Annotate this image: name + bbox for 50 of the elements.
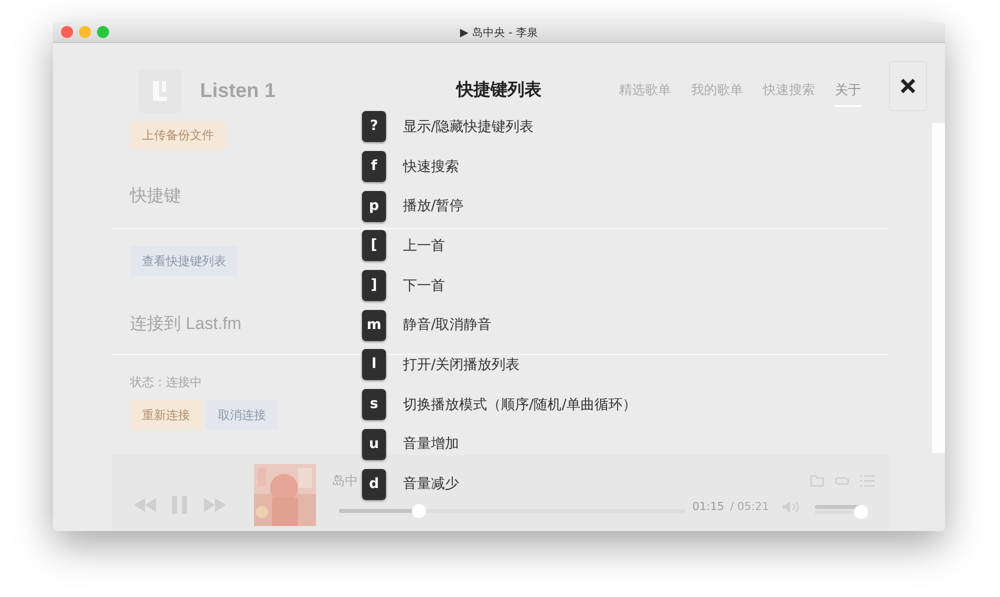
previous-icon[interactable] [134,498,156,512]
shortcut-description: 快速搜索 [403,158,459,176]
key-cap: d [362,468,386,500]
disconnect-button[interactable]: 取消连接 [206,400,278,430]
folder-icon[interactable] [810,474,824,486]
volume-icon[interactable] [783,500,801,512]
repeat-icon[interactable] [834,474,850,486]
key-cap: p [362,190,386,222]
nav-tab[interactable]: 关于 [835,75,861,107]
key-cap: ? [362,111,386,142]
shortcut-description: 下一首 [403,276,445,295]
key-cap: [ [362,230,386,262]
shortcut-description: 切换播放模式（顺序/随机/单曲循环） [403,396,636,414]
shortcut-description: 播放/暂停 [403,197,464,216]
section-heading: 连接到 Last.fm [130,313,242,335]
close-button[interactable] [889,61,927,111]
key-cap: u [362,428,386,460]
duration-text: / 05:21 [730,500,769,513]
view-shortcuts-button[interactable]: 查看快捷键列表 [130,246,238,276]
key-cap: m [362,310,386,341]
nav-tab[interactable]: 快速搜索 [763,75,815,107]
close-icon[interactable] [900,78,916,94]
window-title: ▶ 岛中央 - 李泉 [460,24,538,40]
scrollbar[interactable] [932,123,945,453]
nav-tab[interactable]: 精选歌单 [619,75,671,107]
status-text: 状态：连接中 [130,375,202,389]
key-cap: l [362,349,386,380]
key-cap: ] [362,270,386,302]
nav-tab[interactable]: 我的歌单 [691,75,743,107]
shortcut-description: 音量增加 [403,435,459,454]
shortcut-description: 上一首 [403,236,445,255]
reconnect-button[interactable]: 重新连接 [130,400,202,430]
key-cap: s [362,389,386,420]
track-title: 岛中 [332,472,358,490]
app-name: Listen 1 [200,80,276,102]
shortcut-description: 音量减少 [403,475,459,494]
shortcut-description: 显示/隐藏快捷键列表 [403,118,534,136]
shortcut-description: 打开/关闭播放列表 [403,356,520,374]
key-cap: f [362,151,386,182]
close-window-button[interactable] [61,26,73,38]
minimize-window-button[interactable] [79,26,91,38]
next-icon[interactable] [204,498,226,512]
section-heading: 快捷键 [130,185,181,207]
dialog-title: 快捷键列表 [456,79,542,102]
playlist-icon[interactable] [860,474,875,486]
zoom-window-button[interactable] [97,26,109,38]
pause-icon[interactable] [172,496,188,514]
upload-backup-button[interactable]: 上传备份文件 [130,121,226,149]
current-time: 01:15 [692,500,724,513]
shortcut-description: 静音/取消静音 [403,316,492,334]
